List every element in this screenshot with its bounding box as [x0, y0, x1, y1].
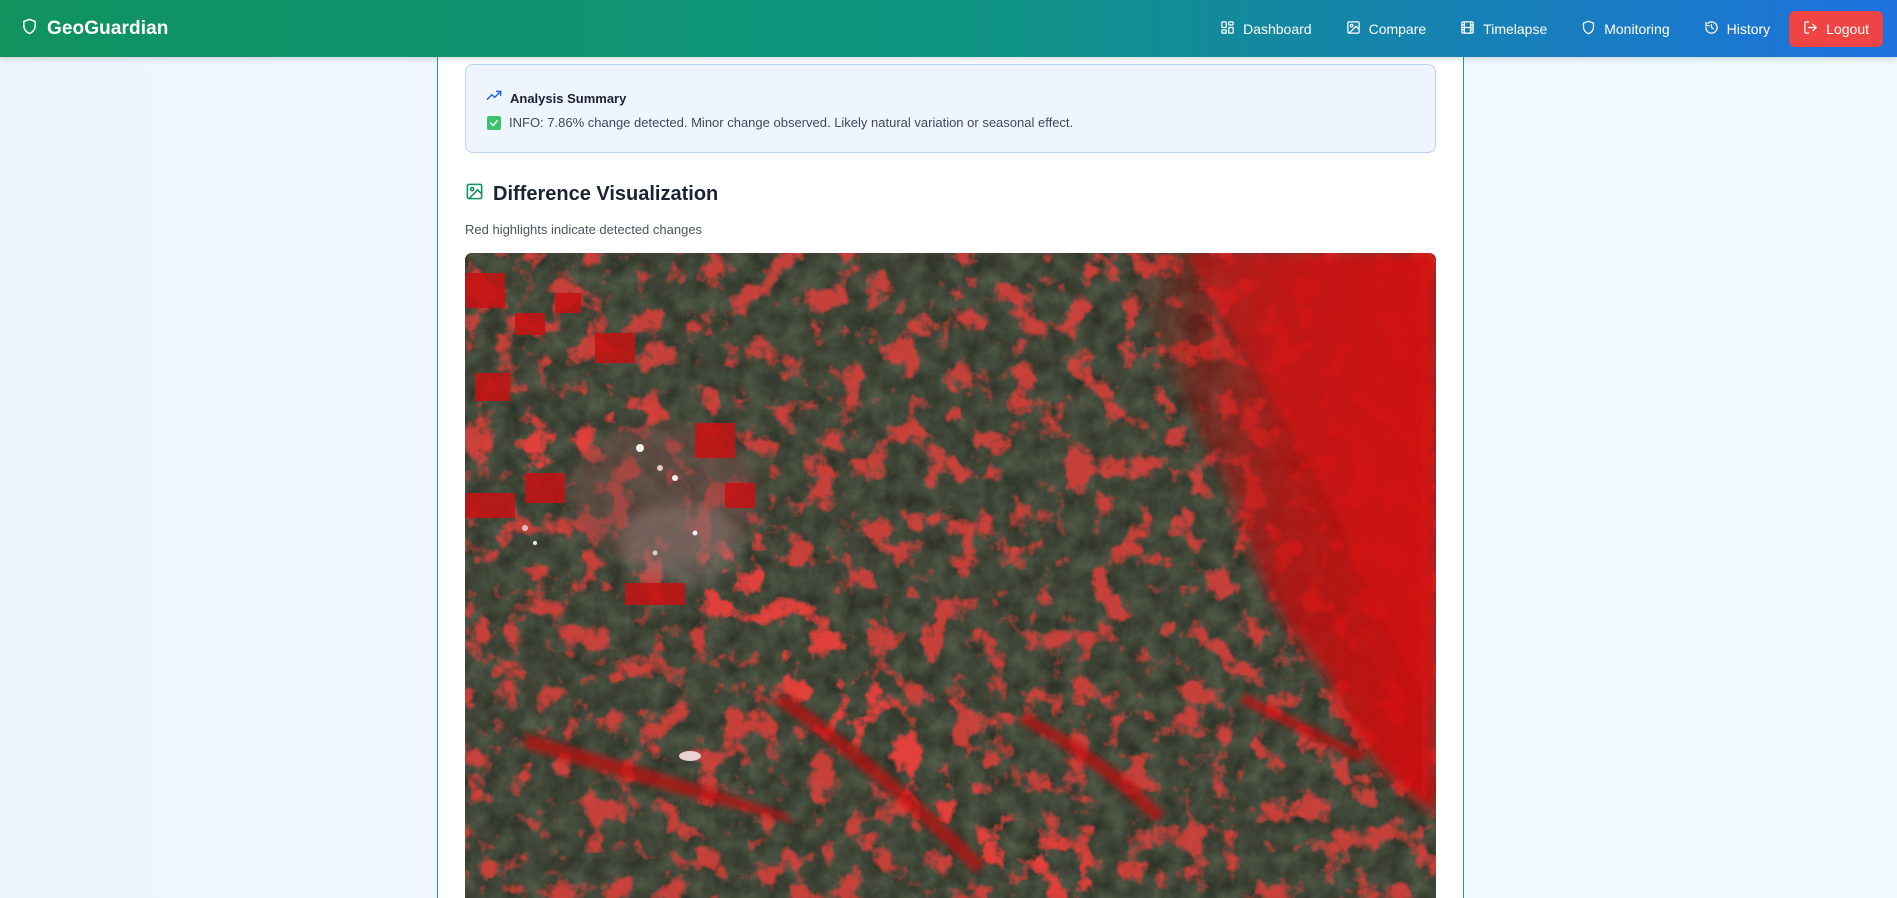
dashboard-icon — [1220, 20, 1235, 38]
difference-visualization-header: Difference Visualization — [465, 182, 718, 206]
nav-monitoring-label: Monitoring — [1604, 20, 1670, 37]
results-panel: Analysis Summary INFO: 7.86% change dete… — [437, 57, 1464, 898]
trending-up-icon — [486, 88, 502, 109]
analysis-summary-header: Analysis Summary — [486, 88, 626, 109]
shield-icon — [21, 17, 38, 41]
nav-compare[interactable]: Compare — [1329, 11, 1444, 47]
nav-history-label: History — [1726, 20, 1771, 37]
analysis-summary-card: Analysis Summary INFO: 7.86% change dete… — [465, 64, 1436, 153]
brand[interactable]: GeoGuardian — [21, 0, 168, 57]
top-navbar: GeoGuardian Dashboard Compare Timelapse … — [0, 0, 1897, 57]
history-icon — [1704, 20, 1719, 38]
nav-monitoring[interactable]: Monitoring — [1564, 11, 1686, 47]
shield-icon — [1581, 20, 1596, 38]
summary-message-text: INFO: 7.86% change detected. Minor chang… — [509, 115, 1074, 130]
nav-links: Dashboard Compare Timelapse Monitoring H… — [1203, 0, 1883, 57]
logout-label: Logout — [1826, 20, 1869, 37]
nav-timelapse-label: Timelapse — [1483, 20, 1548, 37]
nav-timelapse[interactable]: Timelapse — [1443, 11, 1564, 47]
image-icon — [465, 182, 484, 206]
logout-icon — [1803, 20, 1818, 38]
analysis-summary-message: INFO: 7.86% change detected. Minor chang… — [487, 115, 1073, 130]
section-title: Difference Visualization — [493, 182, 719, 205]
check-box-icon — [487, 115, 501, 130]
nav-dashboard-label: Dashboard — [1243, 20, 1312, 37]
section-subtitle: Red highlights indicate detected changes — [465, 222, 703, 237]
nav-history[interactable]: History — [1687, 11, 1788, 47]
nav-compare-label: Compare — [1368, 20, 1427, 37]
film-icon — [1460, 20, 1475, 38]
analysis-summary-title: Analysis Summary — [510, 91, 627, 106]
nav-dashboard[interactable]: Dashboard — [1203, 11, 1329, 47]
difference-image — [465, 253, 1436, 898]
image-icon — [1346, 20, 1361, 38]
logout-button[interactable]: Logout — [1789, 10, 1883, 47]
brand-name: GeoGuardian — [47, 17, 169, 39]
difference-map — [465, 253, 1436, 898]
